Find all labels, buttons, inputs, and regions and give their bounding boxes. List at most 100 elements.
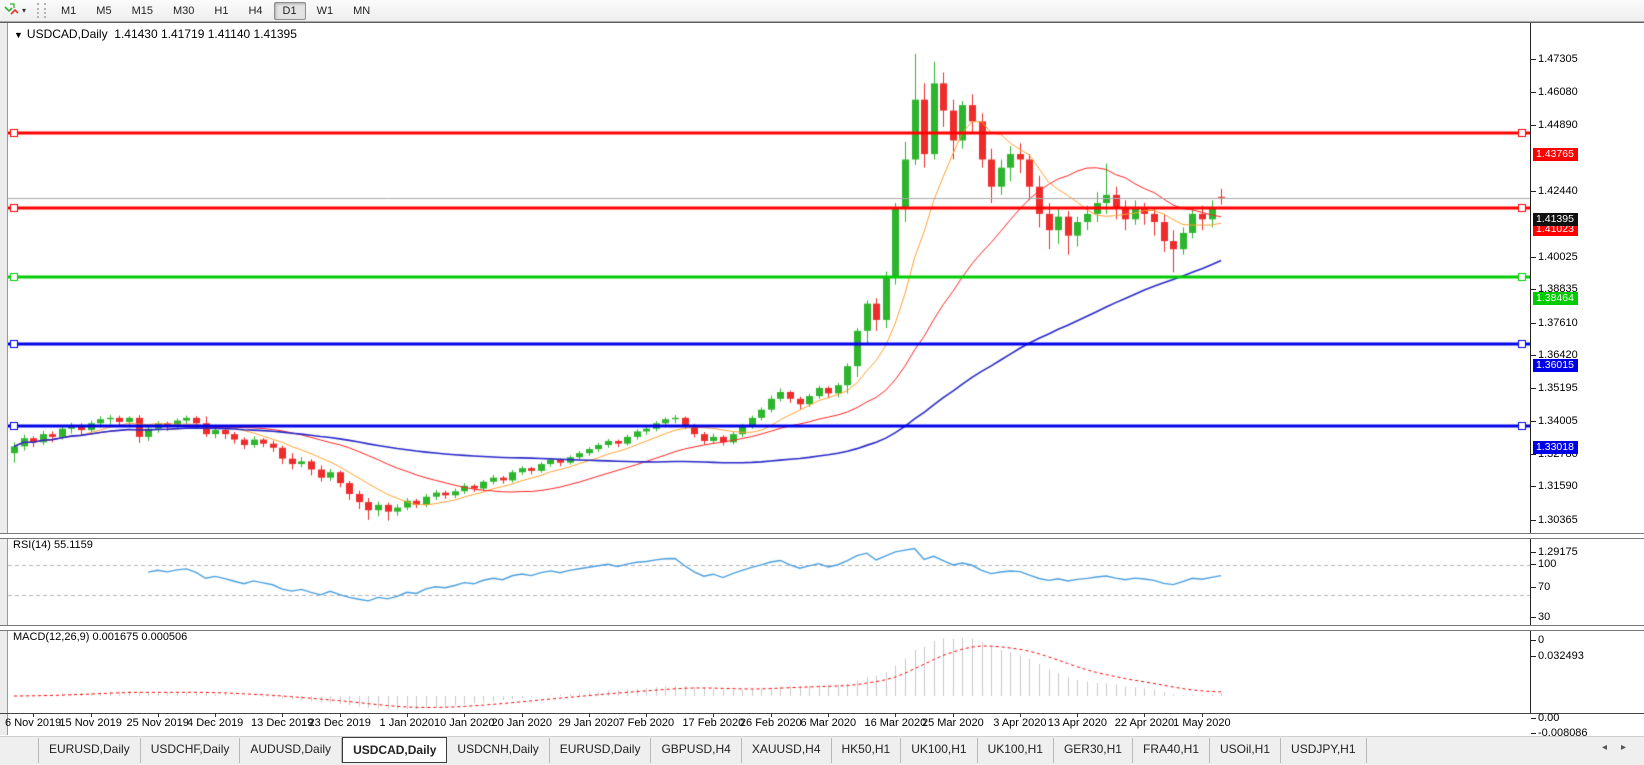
price-tick-mark [1531,355,1536,356]
price-tick-label: 1.40025 [1538,251,1578,263]
chart-tab-eurusd-daily[interactable]: EURUSD,Daily [38,738,141,763]
date-tick-label: 25 Nov 2019 [126,717,188,729]
rsi-tick-label: 100 [1538,558,1556,570]
macd-pane-canvas[interactable] [8,629,1530,713]
hline-price-tag[interactable]: 1.38464 [1533,292,1578,305]
plot-right-border [1530,23,1531,713]
timeframe-button-m1[interactable]: M1 [52,2,85,20]
chart-tab-ger30-h1[interactable]: GER30,H1 [1054,738,1133,763]
price-tick-label: 1.34005 [1538,415,1578,427]
rsi-tick-mark [1531,640,1536,641]
date-axis-line [0,713,1644,714]
timeframe-button-m15[interactable]: M15 [123,2,162,20]
date-tick-mark [1077,713,1078,717]
price-tick-mark [1531,289,1536,290]
date-tick-mark [953,713,954,717]
chart-tab-usdjpy-h1[interactable]: USDJPY,H1 [1281,738,1366,763]
hline-price-tag[interactable]: 1.33018 [1533,441,1578,454]
chart-tab-gbpusd-h4[interactable]: GBPUSD,H4 [651,738,741,763]
date-tick-label: 10 Jan 2020 [434,717,495,729]
price-tick-label: 1.37610 [1538,317,1578,329]
date-tick-label: 25 Mar 2020 [922,717,984,729]
price-tick-label: 1.29175 [1538,546,1578,558]
timeframe-button-mn[interactable]: MN [344,2,379,20]
price-tick-label: 1.46080 [1538,86,1578,98]
date-tick-label: 13 Apr 2020 [1048,717,1107,729]
chart-tab-xauusd-h4[interactable]: XAUUSD,H4 [742,738,832,763]
date-tick-mark [282,713,283,717]
price-tick-mark [1531,454,1536,455]
current-price-tag: 1.41395 [1533,213,1578,226]
rsi-tick-mark [1531,587,1536,588]
date-tick-mark [1202,713,1203,717]
date-tick-mark [828,713,829,717]
macd-label: MACD(12,26,9) 0.001675 0.000506 [13,631,187,643]
timeframe-buttons: M1M5M15M30H1H4D1W1MN [51,5,380,17]
mt4-application: ▾ M1M5M15M30H1H4D1W1MN ▼ USDCAD,Daily 1.4… [0,0,1644,765]
hline-price-tag[interactable]: 1.43765 [1533,148,1578,161]
hline-price-tag[interactable]: 1.36015 [1533,359,1578,372]
tab-bar-left-pad [0,737,38,765]
chart-tab-fra40-h1[interactable]: FRA40,H1 [1133,738,1210,763]
chart-tab-hk50-h1[interactable]: HK50,H1 [832,738,902,763]
date-tick-mark [464,713,465,717]
price-tick-mark [1531,323,1536,324]
chart-tab-usdcad-daily[interactable]: USDCAD,Daily [342,737,447,763]
timeframe-button-m30[interactable]: M30 [164,2,203,20]
tab-scroll-arrows: ◂ ▸ [1602,737,1644,753]
date-tick-label: 3 Apr 2020 [993,717,1046,729]
chart-tab-audusd-daily[interactable]: AUDUSD,Daily [240,738,342,763]
date-tick-label: 17 Feb 2020 [682,717,744,729]
timeframe-button-w1[interactable]: W1 [308,2,343,20]
chart-symbol-label: USDCAD,Daily [27,27,108,41]
chart-window: ▼USDCAD,Daily 1.41430 1.41719 1.41140 1.… [0,22,1644,735]
date-tick-mark [522,713,523,717]
price-tick-label: 1.47305 [1538,53,1578,65]
date-tick-mark [33,713,34,717]
date-tick-label: 23 Dec 2019 [309,717,371,729]
date-tick-label: 1 May 2020 [1173,717,1230,729]
date-tick-mark [713,713,714,717]
price-tick-mark [1531,552,1536,553]
timeframe-button-d1[interactable]: D1 [274,2,306,20]
tab-scroll-left-icon[interactable]: ◂ [1602,742,1607,753]
price-tick-label: 1.42440 [1538,185,1578,197]
chart-tab-eurusd-daily[interactable]: EURUSD,Daily [550,738,652,763]
tab-scroll-right-icon[interactable]: ▸ [1621,742,1626,753]
date-tick-mark [91,713,92,717]
date-tick-mark [340,713,341,717]
chart-dropdown-icon[interactable]: ▼ [14,30,23,40]
pane-separator[interactable] [0,533,1644,539]
date-tick-mark [771,713,772,717]
indicators-button[interactable]: ▾ [0,0,30,21]
timeframe-button-m5[interactable]: M5 [87,2,120,20]
date-tick-mark [646,713,647,717]
rsi-tick-label: 30 [1538,611,1550,623]
date-tick-mark [589,713,590,717]
date-tick-label: 1 Jan 2020 [380,717,434,729]
chart-tab-uk100-h1[interactable]: UK100,H1 [901,738,977,763]
chart-tab-usdcnh-daily[interactable]: USDCNH,Daily [447,738,549,763]
price-tick-mark [1531,92,1536,93]
date-tick-mark [215,713,216,717]
price-chart-canvas[interactable] [8,26,1530,533]
timeframe-button-h1[interactable]: H1 [205,2,237,20]
timeframe-toolbar: ▾ M1M5M15M30H1H4D1W1MN [0,0,1644,22]
chart-tab-usdchf-daily[interactable]: USDCHF,Daily [141,738,241,763]
price-tick-mark [1531,125,1536,126]
macd-tick-label: 0.00 [1538,712,1559,724]
date-tick-label: 16 Mar 2020 [864,717,926,729]
price-tick-mark [1531,520,1536,521]
chart-tab-usoil-h1[interactable]: USOil,H1 [1210,738,1281,763]
rsi-pane-canvas[interactable] [8,537,1530,625]
date-tick-label: 20 Jan 2020 [491,717,552,729]
chart-tab-bar: EURUSD,DailyUSDCHF,DailyAUDUSD,DailyUSDC… [0,736,1644,765]
date-tick-label: 13 Dec 2019 [251,717,313,729]
timeframe-button-h4[interactable]: H4 [239,2,271,20]
date-tick-label: 4 Dec 2019 [187,717,243,729]
chart-tab-uk100-h1[interactable]: UK100,H1 [978,738,1054,763]
pane-separator[interactable] [0,625,1644,631]
chart-title: ▼USDCAD,Daily 1.41430 1.41719 1.41140 1.… [14,27,297,41]
indicators-icon [4,3,19,19]
price-tick-mark [1531,486,1536,487]
